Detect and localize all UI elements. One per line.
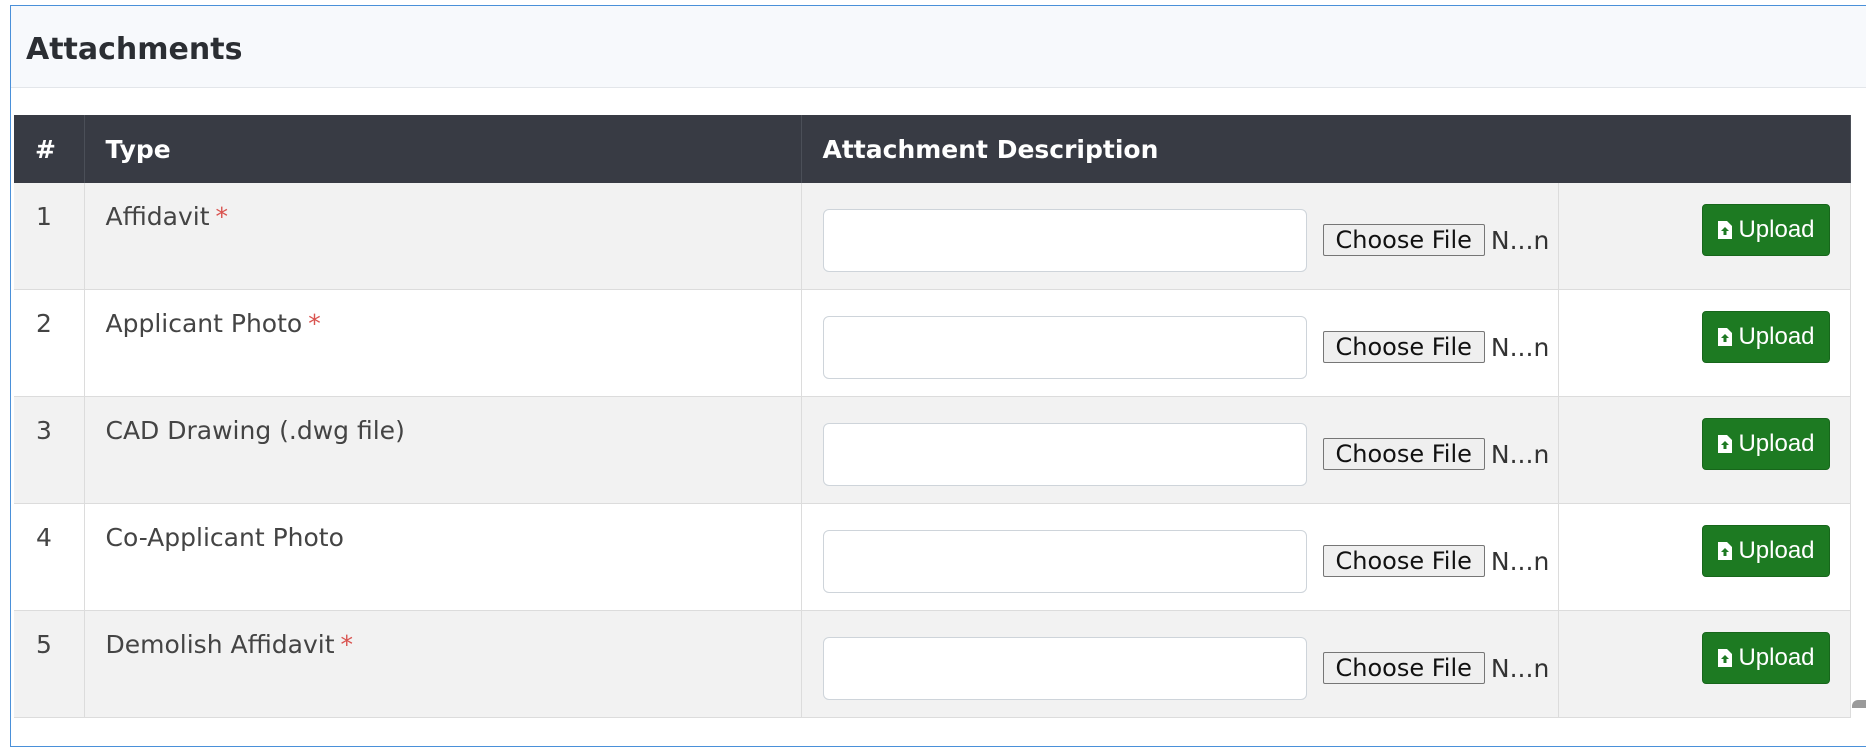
- description-cell: Choose File N...n: [801, 611, 1558, 718]
- attachment-type-label: Co-Applicant Photo: [106, 523, 344, 552]
- file-name-text: N...n: [1491, 226, 1549, 255]
- panel-header: Attachments: [11, 6, 1866, 88]
- attachment-type-label: Applicant Photo: [106, 309, 303, 338]
- attachments-table: # Type Attachment Description 1 Affidavi…: [14, 115, 1851, 718]
- upload-button-label: Upload: [1738, 644, 1814, 672]
- attachment-type: Demolish Affidavit*: [84, 611, 801, 718]
- description-input[interactable]: [823, 316, 1307, 379]
- file-name-text: N...n: [1491, 654, 1549, 683]
- upload-cell: Upload: [1558, 397, 1850, 504]
- table-row: 1 Affidavit* Choose File N...n Upload: [14, 183, 1850, 290]
- attachment-type-label: CAD Drawing (.dwg file): [106, 416, 405, 445]
- upload-button[interactable]: Upload: [1702, 632, 1829, 684]
- table-row: 4 Co-Applicant Photo Choose File N...n U…: [14, 504, 1850, 611]
- choose-file-button[interactable]: Choose File: [1323, 331, 1485, 363]
- choose-file-button[interactable]: Choose File: [1323, 224, 1485, 256]
- column-header-type: Type: [84, 115, 801, 183]
- attachment-type: Co-Applicant Photo: [84, 504, 801, 611]
- file-name-text: N...n: [1491, 440, 1549, 469]
- upload-cell: Upload: [1558, 290, 1850, 397]
- description-cell: Choose File N...n: [801, 504, 1558, 611]
- attachment-type: CAD Drawing (.dwg file): [84, 397, 801, 504]
- required-marker: *: [341, 630, 354, 659]
- required-marker: *: [308, 309, 321, 338]
- file-name-text: N...n: [1491, 547, 1549, 576]
- description-cell: Choose File N...n: [801, 290, 1558, 397]
- upload-button-label: Upload: [1738, 430, 1814, 458]
- description-cell: Choose File N...n: [801, 183, 1558, 290]
- file-upload-icon: [1717, 648, 1733, 668]
- row-number: 5: [14, 611, 84, 718]
- description-cell: Choose File N...n: [801, 397, 1558, 504]
- file-upload-icon: [1717, 541, 1733, 561]
- column-header-num: #: [14, 115, 84, 183]
- file-upload-icon: [1717, 434, 1733, 454]
- table-row: 2 Applicant Photo* Choose File N...n Upl…: [14, 290, 1850, 397]
- column-header-description: Attachment Description: [801, 115, 1850, 183]
- attachment-type: Applicant Photo*: [84, 290, 801, 397]
- upload-cell: Upload: [1558, 504, 1850, 611]
- panel-title: Attachments: [26, 6, 1866, 94]
- upload-button[interactable]: Upload: [1702, 204, 1829, 256]
- upload-button-label: Upload: [1738, 216, 1814, 244]
- choose-file-button[interactable]: Choose File: [1323, 545, 1485, 577]
- description-input[interactable]: [823, 530, 1307, 593]
- upload-cell: Upload: [1558, 183, 1850, 290]
- row-number: 2: [14, 290, 84, 397]
- file-upload-icon: [1717, 220, 1733, 240]
- upload-cell: Upload: [1558, 611, 1850, 718]
- row-number: 4: [14, 504, 84, 611]
- description-input[interactable]: [823, 637, 1307, 700]
- scrollbar-corner[interactable]: [1852, 700, 1866, 708]
- upload-button[interactable]: Upload: [1702, 418, 1829, 470]
- attachment-type-label: Affidavit: [106, 202, 210, 231]
- table-header-row: # Type Attachment Description: [14, 115, 1850, 183]
- choose-file-button[interactable]: Choose File: [1323, 438, 1485, 470]
- upload-button[interactable]: Upload: [1702, 525, 1829, 577]
- table-row: 5 Demolish Affidavit* Choose File N...n …: [14, 611, 1850, 718]
- attachment-type: Affidavit*: [84, 183, 801, 290]
- attachment-type-label: Demolish Affidavit: [106, 630, 335, 659]
- required-marker: *: [216, 202, 229, 231]
- choose-file-button[interactable]: Choose File: [1323, 652, 1485, 684]
- description-input[interactable]: [823, 423, 1307, 486]
- file-name-text: N...n: [1491, 333, 1549, 362]
- file-upload-icon: [1717, 327, 1733, 347]
- upload-button[interactable]: Upload: [1702, 311, 1829, 363]
- upload-button-label: Upload: [1738, 537, 1814, 565]
- row-number: 1: [14, 183, 84, 290]
- row-number: 3: [14, 397, 84, 504]
- description-input[interactable]: [823, 209, 1307, 272]
- upload-button-label: Upload: [1738, 323, 1814, 351]
- table-row: 3 CAD Drawing (.dwg file) Choose File N.…: [14, 397, 1850, 504]
